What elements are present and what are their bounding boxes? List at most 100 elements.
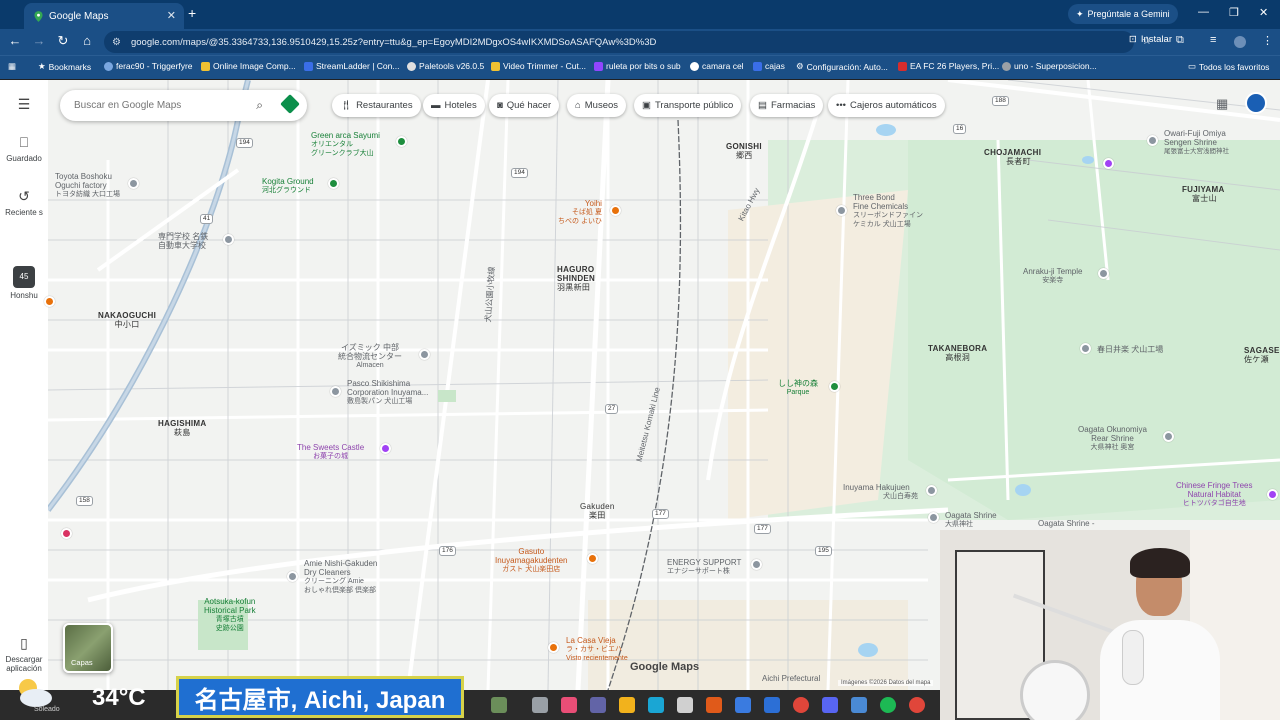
place-pin-icon[interactable] (419, 349, 430, 360)
chip-transit[interactable]: ▣ Transporte público (634, 94, 742, 117)
place-oagata-shrine[interactable]: Oagata Shrine 大県神社 (945, 511, 997, 529)
attraction-pin-icon[interactable] (1103, 158, 1114, 169)
window-close-icon[interactable]: ✕ (1259, 6, 1268, 19)
bookmark-6[interactable]: ruleta por bits o sub (594, 61, 681, 71)
bookmark-10[interactable]: EA FC 26 Players, Pri... (898, 61, 999, 71)
address-bar[interactable]: ⚙ google.com/maps/@35.3364733,136.951042… (104, 31, 1134, 53)
layers-button[interactable]: Capas (63, 623, 113, 673)
chip-museums[interactable]: ⌂ Museos (567, 94, 627, 117)
place-amie-dry-cleaners[interactable]: Amie Nishi-Gakuden Dry Cleaners クリーニング Am… (304, 559, 377, 595)
place-pin-icon[interactable] (330, 386, 341, 397)
temple-pin-icon[interactable] (1098, 268, 1109, 279)
account-avatar[interactable] (1245, 92, 1267, 114)
bookmark-star-icon[interactable]: ☆ (1142, 34, 1152, 47)
place-toyota-boshoku[interactable]: Toyota Boshoku Oguchi factory トヨタ紡織 大口工場 (55, 172, 120, 199)
chip-things-to-do[interactable]: ◙ Qué hacer (489, 94, 560, 117)
forward-icon[interactable]: → (30, 33, 48, 48)
attraction-pin-icon[interactable] (1267, 489, 1278, 500)
taskbar-chrome-icon[interactable] (793, 697, 809, 713)
taskbar-store-icon[interactable] (677, 697, 693, 713)
restaurant-pin-icon[interactable] (610, 205, 621, 216)
shrine-pin-icon[interactable] (928, 512, 939, 523)
taskbar-folder-icon[interactable] (619, 697, 635, 713)
chip-pharmacies[interactable]: ▤ Farmacias (750, 94, 824, 117)
map-attribution[interactable]: Imágenes ©2026 Datos del mapa (838, 680, 934, 686)
taskbar-spotify-icon[interactable] (880, 697, 896, 713)
chip-atms[interactable]: ••• Cajeros automáticos (828, 94, 945, 117)
extensions-icon[interactable]: ⧉ (1176, 34, 1184, 47)
rail-recent[interactable]: ↺ Reciente s (0, 188, 48, 217)
place-pin-icon[interactable] (926, 485, 937, 496)
reload-icon[interactable]: ↻ (54, 33, 72, 49)
search-icon[interactable]: ⌕ (256, 98, 263, 113)
place-owari-fuji[interactable]: Owari-Fuji Omiya Sengen Shrine 尾張富士大宮浅間神社 (1164, 129, 1229, 156)
bookmark-11[interactable]: uno - Superposicion... (1002, 61, 1097, 71)
restaurant-pin-icon[interactable] (548, 642, 559, 653)
place-anraku-ji[interactable]: Anraku-ji Temple 安楽寺 (1023, 267, 1082, 285)
all-favorites-folder[interactable]: ▭ Todos los favoritos (1188, 61, 1269, 72)
taskbar-app-icon[interactable] (851, 697, 867, 713)
place-pin-icon[interactable] (836, 205, 847, 216)
taskbar-edge-icon[interactable] (648, 697, 664, 713)
google-apps-icon[interactable]: ▦ (1216, 96, 1228, 112)
apps-grid-icon[interactable]: ▦ (8, 61, 16, 72)
place-sweets-castle[interactable]: The Sweets Castle お菓子の城 (297, 443, 364, 461)
attraction-pin-icon[interactable] (380, 443, 391, 454)
taskbar-app-icon[interactable] (706, 697, 722, 713)
bookmark-1[interactable]: ferac90 - Triggerfyre (104, 61, 193, 71)
place-pin-icon[interactable] (128, 178, 139, 189)
place-izumic[interactable]: イズミック 中部 統合物流センター Almacen (338, 343, 402, 370)
place-kogita-ground[interactable]: Kogita Ground 河北グラウンド (262, 177, 314, 195)
bookmark-5[interactable]: Video Trimmer - Cut... (491, 61, 586, 71)
shrine-pin-icon[interactable] (1163, 431, 1174, 442)
place-pin-icon[interactable] (751, 559, 762, 570)
place-pasco[interactable]: Pasco Shikishima Corporation Inuyama... 敷… (347, 379, 428, 406)
menu-kebab-icon[interactable]: ⋮ (1262, 34, 1273, 47)
place-green-arca[interactable]: Green arca Sayumi オリエンタル グリーンクラブ大山 (311, 131, 380, 158)
chip-hotels[interactable]: ▬ Hoteles (423, 94, 485, 117)
gemini-button[interactable]: ✦ Pregúntale a Gemini (1068, 4, 1178, 24)
close-tab-icon[interactable]: ✕ (167, 9, 176, 22)
hospital-pin-icon[interactable] (61, 528, 72, 539)
place-aotsuka-kofun[interactable]: Aotsuka-kofun Historical Park 青塚古墳 史跡公園 (204, 597, 256, 633)
place-chinese-fringe-trees[interactable]: Chinese Fringe Trees Natural Habitat ヒトツバ… (1176, 481, 1252, 508)
place-pin-icon[interactable] (1080, 343, 1091, 354)
place-driving-school[interactable]: 専門学校 名鉄 自動車大学校 (158, 232, 208, 250)
park-pin-icon[interactable] (396, 136, 407, 147)
place-oagata-shrine-2[interactable]: Oagata Shrine - (1038, 519, 1094, 528)
bookmark-7[interactable]: camara cel (690, 61, 744, 71)
park-pin-icon[interactable] (829, 381, 840, 392)
profile-avatar-icon[interactable] (1234, 36, 1246, 48)
directions-icon[interactable] (280, 94, 300, 114)
taskbar-teams-icon[interactable] (590, 697, 606, 713)
menu-hamburger-icon[interactable]: ☰ (0, 96, 48, 116)
taskbar-app-icon[interactable] (491, 697, 507, 713)
place-aichi-prefectural[interactable]: Aichi Prefectural (762, 674, 820, 683)
bookmark-2[interactable]: Online Image Comp... (201, 61, 296, 71)
bookmark-4[interactable]: Paletools v26.0.5 (407, 61, 484, 71)
bookmark-3[interactable]: StreamLadder | Con... (304, 61, 399, 71)
tab-google-maps[interactable]: Google Maps ✕ (24, 3, 184, 29)
taskbar-app-icon[interactable] (532, 697, 548, 713)
new-tab-button[interactable]: + (188, 5, 196, 21)
bookmark-9[interactable]: ⚙ Configuración: Auto... (796, 61, 888, 72)
taskbar-mail-icon[interactable] (735, 697, 751, 713)
restaurant-pin-icon[interactable] (587, 553, 598, 564)
minimize-icon[interactable]: — (1198, 6, 1209, 18)
station-gakuden[interactable]: Gakuden 楽田 (580, 502, 615, 520)
taskbar-copilot-icon[interactable] (561, 697, 577, 713)
site-settings-icon[interactable]: ⚙ (112, 37, 121, 48)
place-energy-support[interactable]: ENERGY SUPPORT エナジーサポート株 (667, 558, 741, 576)
chip-restaurants[interactable]: 🍴︎ Restaurantes (332, 94, 421, 117)
place-shishi-no-mori[interactable]: しし神の森 Parque (778, 379, 818, 397)
place-gasuto[interactable]: Gasuto Inuyamagakudenten ガスト 犬山楽田店 (495, 547, 568, 574)
search-input[interactable] (74, 100, 244, 111)
home-icon[interactable]: ⌂ (78, 33, 96, 48)
rail-saved[interactable]: ⎕ Guardado (0, 134, 48, 163)
rail-download[interactable]: ▯ Descargar aplicación (0, 635, 48, 673)
place-inuyama-hakujuen[interactable]: Inuyama Hakujuen 犬山白寿苑 (843, 483, 918, 501)
taskbar-chrome-icon[interactable] (909, 697, 925, 713)
maximize-icon[interactable]: ❐ (1229, 6, 1239, 19)
park-pin-icon[interactable] (328, 178, 339, 189)
bookmark-0[interactable]: ★ Bookmarks (38, 61, 91, 72)
